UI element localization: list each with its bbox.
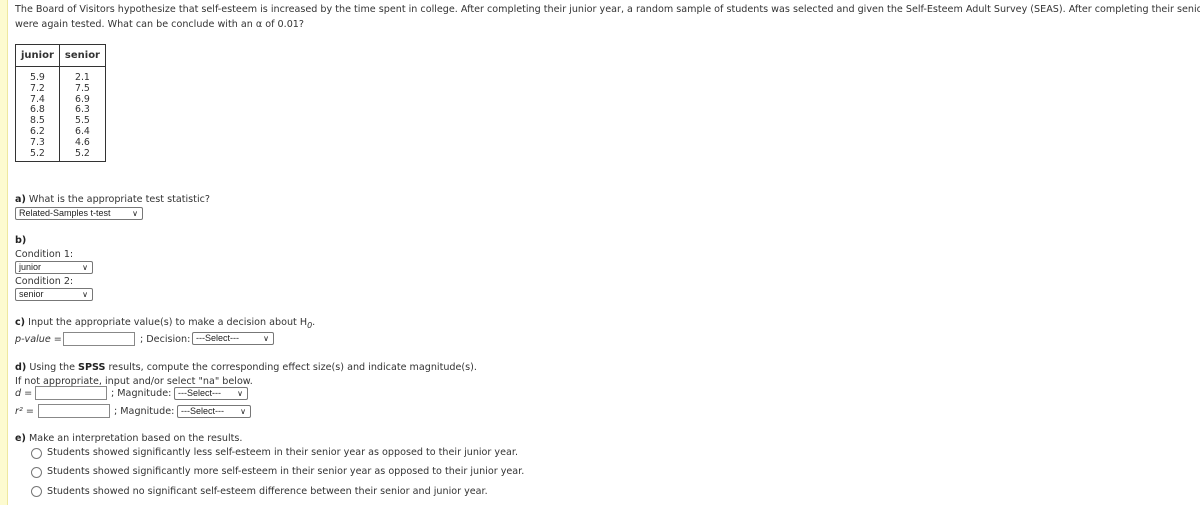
- chevron-down-icon: ∨: [240, 407, 246, 416]
- part-d-label: d): [15, 362, 27, 373]
- part-a-text: What is the appropriate test statistic?: [28, 194, 210, 205]
- condition-2-value: senior: [19, 289, 44, 299]
- decision-label: ; Decision:: [140, 334, 191, 345]
- senior-value: 4.6: [74, 136, 90, 148]
- question-line-1: The Board of Visitors hypothesize that s…: [15, 4, 1200, 15]
- d-label: d =: [15, 388, 33, 399]
- left-margin-strip: [0, 0, 8, 505]
- part-d-text-2: results, compute the corresponding effec…: [108, 362, 477, 373]
- part-c-period: .: [312, 317, 316, 328]
- decision-select[interactable]: ---Select--- ∨: [192, 332, 274, 345]
- d-input[interactable]: [35, 386, 107, 400]
- r2-magnitude-label: ; Magnitude:: [114, 406, 175, 417]
- header-senior: senior: [58, 44, 107, 67]
- d-magnitude-select[interactable]: ---Select--- ∨: [174, 387, 248, 400]
- junior-column: 5.9 7.2 7.4 6.8 8.5 6.2 7.3 5.2: [15, 66, 60, 162]
- part-a-label: a): [15, 194, 26, 205]
- d-magnitude-label: ; Magnitude:: [111, 388, 172, 399]
- part-e-text: Make an interpretation based on the resu…: [28, 433, 243, 444]
- part-c-text: Input the appropriate value(s) to make a…: [28, 317, 308, 328]
- test-statistic-value: Related-Samples t-test: [19, 208, 111, 218]
- option-2-label[interactable]: Students showed significantly more self-…: [47, 466, 524, 477]
- r2-magnitude-value: ---Select---: [181, 406, 224, 416]
- junior-value: 7.2: [29, 82, 45, 94]
- test-statistic-select[interactable]: Related-Samples t-test ∨: [15, 207, 143, 220]
- header-junior: junior: [15, 44, 60, 67]
- p-value-label: p-value =: [15, 334, 62, 345]
- junior-value: 7.3: [29, 136, 45, 148]
- chevron-down-icon: ∨: [132, 209, 138, 218]
- condition-2-select[interactable]: senior ∨: [15, 288, 93, 301]
- condition-1-label: Condition 1:: [15, 249, 74, 260]
- question-line-2: were again tested. What can be conclude …: [15, 19, 304, 30]
- d-magnitude-value: ---Select---: [178, 388, 221, 398]
- decision-value: ---Select---: [196, 333, 239, 343]
- senior-value: 5.2: [74, 147, 90, 159]
- chevron-down-icon: ∨: [82, 263, 88, 272]
- junior-value: 5.2: [29, 147, 45, 159]
- condition-1-select[interactable]: junior ∨: [15, 261, 93, 274]
- data-table: junior senior 5.9 7.2 7.4 6.8 8.5 6.2 7.3 5.2 2.1…: [15, 44, 107, 163]
- senior-value: 7.5: [74, 82, 90, 94]
- r2-magnitude-select[interactable]: ---Select--- ∨: [177, 405, 251, 418]
- chevron-down-icon: ∨: [263, 334, 269, 343]
- option-3-radio[interactable]: [31, 486, 42, 497]
- chevron-down-icon: ∨: [82, 290, 88, 299]
- chevron-down-icon: ∨: [237, 389, 243, 398]
- option-3-label[interactable]: Students showed no significant self-este…: [47, 486, 488, 497]
- option-2-radio[interactable]: [31, 467, 42, 478]
- part-d-text-1: Using the: [29, 362, 75, 373]
- r2-label: r² =: [15, 406, 34, 417]
- part-e-label: e): [15, 433, 26, 444]
- p-value-input[interactable]: [63, 332, 135, 346]
- spss-bold: SPSS: [78, 362, 106, 373]
- condition-2-label: Condition 2:: [15, 276, 74, 287]
- option-1-label[interactable]: Students showed significantly less self-…: [47, 447, 518, 458]
- condition-1-value: junior: [19, 262, 42, 272]
- option-1-radio[interactable]: [31, 448, 42, 459]
- part-b-label: b): [15, 235, 27, 246]
- part-c-label: c): [15, 317, 26, 328]
- senior-column: 2.1 7.5 6.9 6.3 5.5 6.4 4.6 5.2: [58, 66, 107, 162]
- r2-input[interactable]: [38, 404, 110, 418]
